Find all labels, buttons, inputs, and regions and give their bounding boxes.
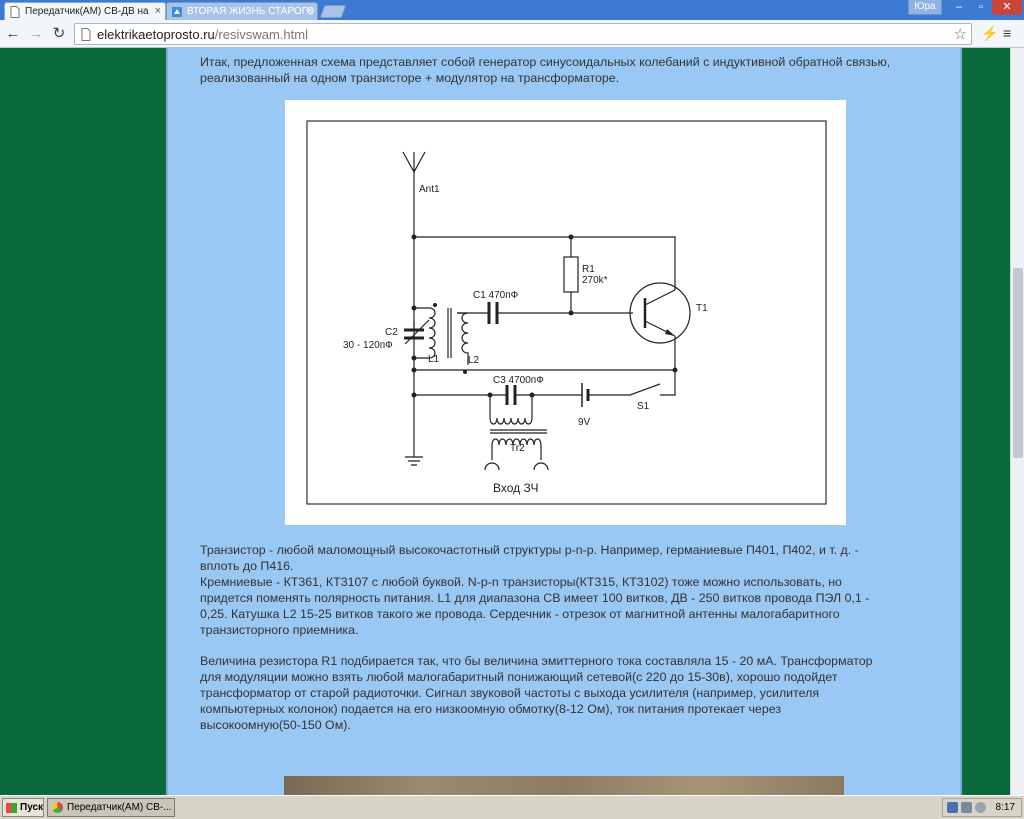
label-c1: C1 470пФ (473, 290, 519, 301)
label-l2: L2 (468, 355, 480, 366)
reload-icon[interactable]: ↻ (50, 25, 68, 43)
label-r1-value: 270k* (582, 275, 608, 286)
capacitor-c1 (487, 302, 499, 324)
intro-paragraph: Итак, предложенная схема представляет со… (200, 55, 891, 85)
star-icon[interactable]: ☆ (954, 25, 967, 43)
text-line: Транзистор - любой маломощный высокочаст… (200, 543, 859, 557)
site-icon (172, 7, 182, 17)
tab-title: Передатчик(АМ) СВ-ДВ на (25, 6, 149, 17)
label-t1: T1 (696, 303, 708, 314)
network-icon[interactable] (947, 802, 958, 813)
device-photo (284, 776, 844, 795)
switch-s1 (588, 370, 676, 396)
label-input: Вход ЗЧ (493, 481, 538, 495)
resistor-paragraph: Величина резистора R1 подбирается так, ч… (200, 653, 935, 733)
url-path: /resivswam.html (214, 27, 308, 42)
coil-l1 (414, 307, 436, 359)
text-line: 0,25. Катушка L2 15-25 витков такого же … (200, 607, 840, 621)
url-domain: elektrikaetoprosto.ru (97, 27, 215, 42)
page-icon (81, 28, 91, 41)
label-l1: L1 (428, 354, 440, 365)
scroll-thumb[interactable] (1013, 268, 1023, 458)
antenna-symbol (402, 151, 426, 174)
new-tab-button[interactable] (319, 5, 347, 18)
article-column: Итак, предложенная схема представляет со… (166, 48, 962, 795)
transistor-t1 (629, 282, 691, 344)
chrome-icon (52, 802, 63, 813)
capacitor-c3 (505, 385, 517, 405)
text-line: придется поменять полярность питания. L1… (200, 591, 870, 605)
windows-flag-icon (6, 803, 17, 813)
tab-transmitter[interactable]: Передатчик(АМ) СВ-ДВ на × (4, 2, 166, 20)
taskbar-item-label: Передатчик(АМ) СВ-... (67, 802, 172, 813)
text-line: Кремниевые - КТ361, КТ3107 с любой букво… (200, 575, 842, 589)
transformer-tr2 (489, 395, 533, 425)
back-icon[interactable]: ← (4, 25, 22, 43)
tab-second-life[interactable]: ВТОРАЯ ЖИЗНЬ СТАРОГО Р × (166, 2, 318, 20)
title-bar: Передатчик(АМ) СВ-ДВ на × ВТОРАЯ ЖИЗНЬ С… (0, 0, 1024, 20)
ground-symbol (405, 456, 423, 466)
text-line: транзисторного приемника. (200, 623, 359, 637)
label-battery: 9V (578, 417, 591, 428)
transistor-paragraph: Транзистор - любой маломощный высокочаст… (200, 542, 935, 638)
label-s1: S1 (637, 401, 650, 412)
maximize-button[interactable]: ▫ (970, 0, 992, 15)
windows-taskbar: Пуск Передатчик(АМ) СВ-... 8:17 (0, 795, 1024, 819)
extension-icon[interactable]: ⚡ (981, 25, 998, 42)
volume-icon[interactable] (975, 802, 986, 813)
text-line: высокоомную(50-150 Ом). (200, 718, 351, 732)
page-viewport: Итак, предложенная схема представляет со… (0, 48, 1010, 795)
system-tray: 8:17 (942, 798, 1022, 817)
address-bar[interactable]: elektrikaetoprosto.ru/resivswam.html ☆ (74, 23, 972, 45)
vertical-scrollbar[interactable] (1010, 48, 1024, 795)
taskbar-item-chrome[interactable]: Передатчик(АМ) СВ-... (47, 798, 175, 817)
schematic-figure: Ant1 R1 270k* C1 470пФ C2 30 - 120пФ L1 … (285, 100, 846, 525)
label-c2: C2 (385, 327, 398, 338)
forward-icon[interactable]: → (27, 25, 45, 43)
page-icon (10, 6, 20, 18)
transmitter-schematic: Ant1 R1 270k* C1 470пФ C2 30 - 120пФ L1 … (306, 120, 827, 505)
label-r1: R1 (582, 264, 595, 275)
coil-l2 (457, 312, 469, 365)
text-line: компьютерных колонок) подается на его ни… (200, 702, 782, 716)
display-icon[interactable] (961, 802, 972, 813)
minimize-button[interactable]: – (948, 0, 970, 15)
text-line: вплоть до П416. (200, 559, 294, 573)
label-ant1: Ant1 (419, 184, 440, 195)
tab-title: ВТОРАЯ ЖИЗНЬ СТАРОГО Р (187, 6, 318, 17)
close-icon[interactable]: × (155, 5, 161, 17)
close-window-button[interactable]: ✕ (992, 0, 1022, 15)
browser-toolbar: ← → ↻ elektrikaetoprosto.ru/resivswam.ht… (0, 20, 1024, 48)
url-text[interactable]: elektrikaetoprosto.ru/resivswam.html (97, 27, 308, 42)
menu-icon[interactable]: ≡ (1003, 25, 1011, 41)
resistor-r1 (563, 256, 579, 293)
close-icon[interactable]: × (307, 5, 313, 17)
start-label: Пуск (20, 802, 44, 813)
label-c2-value: 30 - 120пФ (343, 340, 393, 351)
label-c3: C3 4700пФ (493, 375, 544, 386)
text-line: трансформатор от старой радиоточки. Сигн… (200, 686, 820, 700)
user-profile-button[interactable]: Юра (908, 0, 942, 15)
text-line: Величина резистора R1 подбирается так, ч… (200, 654, 873, 668)
label-tr2: Tr2 (510, 443, 525, 454)
start-button[interactable]: Пуск (2, 798, 44, 817)
text-line: для модуляции можно взять любой малогаба… (200, 670, 838, 684)
clock[interactable]: 8:17 (996, 802, 1015, 813)
